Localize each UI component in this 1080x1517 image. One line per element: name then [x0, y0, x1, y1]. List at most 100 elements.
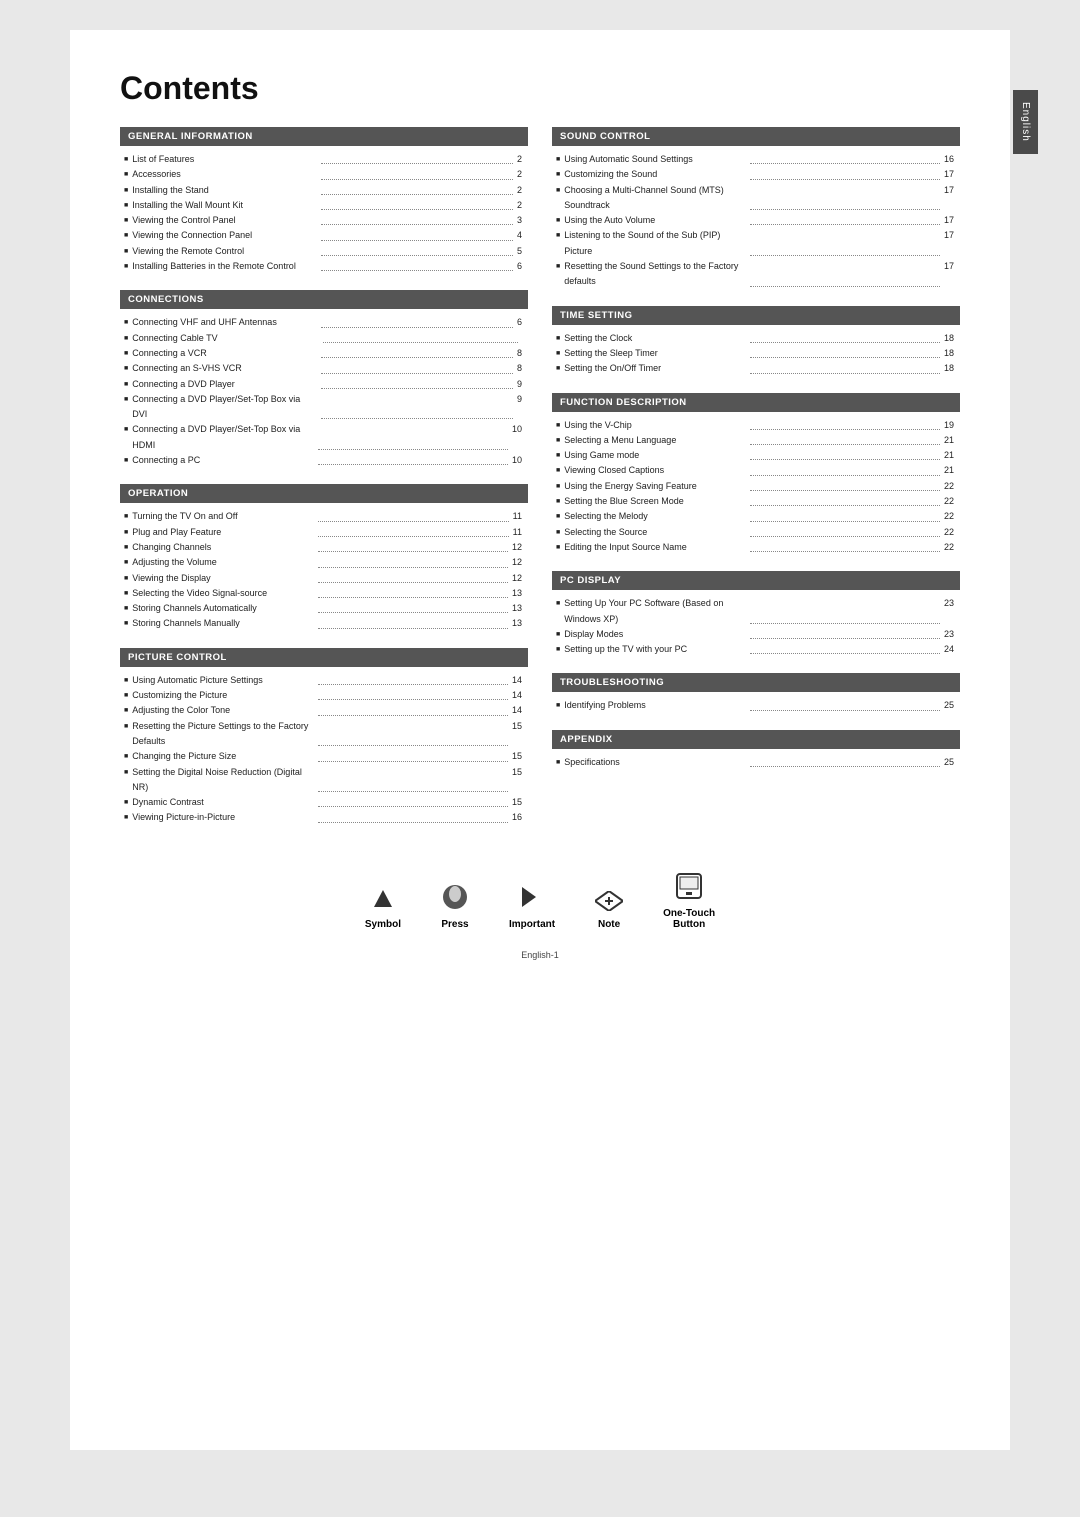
toc-item: Setting up the TV with your PC24: [552, 642, 960, 657]
toc-page-number: 2: [517, 167, 522, 182]
toc-dots: [750, 525, 940, 537]
section-general-information: GENERAL INFORMATIONList of Features2Acce…: [120, 127, 528, 274]
toc-dots: [750, 167, 940, 179]
toc-item-label: Connecting a PC: [124, 453, 314, 468]
toc-page-number: 5: [517, 244, 522, 259]
toc-dots: [750, 418, 940, 430]
legend-label-press: Press: [441, 919, 468, 930]
toc-page-number: 15: [512, 719, 522, 750]
toc-page-number: 6: [517, 315, 522, 330]
toc-item: Editing the Input Source Name 22: [552, 540, 960, 555]
toc-item: Adjusting the Color Tone14: [120, 703, 528, 718]
toc-item-label: Editing the Input Source Name: [556, 540, 746, 555]
toc-item-label: Setting the Clock: [556, 331, 746, 346]
toc-item: Selecting the Melody22: [552, 509, 960, 524]
toc-item-label: Resetting the Sound Settings to the Fact…: [556, 259, 746, 290]
toc-item: Customizing the Picture14: [120, 688, 528, 703]
toc-item-label: Setting the Blue Screen Mode: [556, 494, 746, 509]
toc-item-label: Selecting the Source: [556, 525, 746, 540]
toc-page-number: 14: [512, 688, 522, 703]
toc-item-label: Connecting a VCR: [124, 346, 317, 361]
toc-dots: [750, 259, 940, 287]
toc-item-label: Viewing Picture-in-Picture: [124, 810, 314, 825]
toc-dots: [750, 213, 940, 225]
one-touch-icon: [675, 872, 703, 904]
toc-item: Resetting the Picture Settings to the Fa…: [120, 719, 528, 750]
toc-dots: [750, 509, 940, 521]
toc-item-label: Connecting an S-VHS VCR: [124, 361, 317, 376]
toc-item: Specifications25: [552, 755, 960, 770]
toc-dots: [318, 616, 508, 628]
section-function-description: FUNCTION DESCRIPTIONUsing the V-Chip19Se…: [552, 393, 960, 556]
toc-dots: [318, 555, 508, 567]
toc-dots: [750, 448, 940, 460]
toc-item-label: Viewing the Display: [124, 571, 314, 586]
toc-page-number: 21: [944, 433, 954, 448]
toc-page-number: 17: [944, 259, 954, 290]
toc-dots: [318, 586, 508, 598]
legend-item-symbol: Symbol: [365, 887, 401, 930]
section-operation: OPERATIONTurning the TV On and Off11Plug…: [120, 484, 528, 631]
toc-item: Setting the Clock18: [552, 331, 960, 346]
toc-dots: [750, 152, 940, 164]
toc-item-label: List of Features: [124, 152, 317, 167]
toc-dots: [321, 152, 514, 164]
toc-page-number: 2: [517, 152, 522, 167]
toc-item: Using Game mode21: [552, 448, 960, 463]
toc-item: Selecting the Source22: [552, 525, 960, 540]
toc-dots: [321, 213, 514, 225]
toc-dots: [321, 198, 514, 210]
toc-page-number: 22: [944, 540, 954, 555]
section-header-picture-control: PICTURE CONTROL: [120, 648, 528, 667]
toc-page-number: 23: [944, 596, 954, 627]
toc-item: Storing Channels Manually13: [120, 616, 528, 631]
contents-layout: GENERAL INFORMATIONList of Features2Acce…: [120, 127, 960, 842]
toc-item: Connecting a DVD Player9: [120, 377, 528, 392]
section-header-time-setting: TIME SETTING: [552, 306, 960, 325]
toc-item-label: Selecting the Video Signal-source: [124, 586, 314, 601]
toc-dots: [321, 183, 514, 195]
toc-item: Connecting a DVD Player/Set-Top Box via …: [120, 422, 528, 453]
toc-page-number: 14: [512, 673, 522, 688]
toc-item-label: Selecting the Melody: [556, 509, 746, 524]
toc-dots: [318, 601, 508, 613]
section-header-function-description: FUNCTION DESCRIPTION: [552, 393, 960, 412]
legend-item-press: Press: [441, 883, 469, 930]
toc-dots: [321, 377, 514, 389]
toc-page-number: 18: [944, 346, 954, 361]
toc-page-number: 18: [944, 361, 954, 376]
toc-dots: [750, 698, 940, 710]
toc-item-label: Choosing a Multi-Channel Sound (MTS) Sou…: [556, 183, 746, 214]
toc-item-label: Installing Batteries in the Remote Contr…: [124, 259, 317, 274]
toc-item-label: Viewing Closed Captions: [556, 463, 746, 478]
toc-dots: [750, 331, 940, 343]
toc-item-label: Connecting Cable TV: [124, 331, 319, 346]
toc-page-number: 11: [513, 525, 522, 540]
toc-item-label: Customizing the Sound: [556, 167, 746, 182]
right-column: SOUND CONTROLUsing Automatic Sound Setti…: [552, 127, 960, 842]
toc-dots: [750, 596, 940, 624]
toc-item-label: Listening to the Sound of the Sub (PIP) …: [556, 228, 746, 259]
toc-item-label: Accessories: [124, 167, 317, 182]
toc-page-number: 3: [517, 213, 522, 228]
toc-item-label: Using the V-Chip: [556, 418, 746, 433]
toc-item: Selecting the Video Signal-source13: [120, 586, 528, 601]
toc-item-label: Connecting a DVD Player/Set-Top Box via …: [124, 422, 314, 453]
toc-item-label: Plug and Play Feature: [124, 525, 314, 540]
section-header-sound-control: SOUND CONTROL: [552, 127, 960, 146]
toc-item: Plug and Play Feature 11: [120, 525, 528, 540]
legend-label-important: Important: [509, 919, 555, 930]
toc-item: Turning the TV On and Off11: [120, 509, 528, 524]
important-icon: [518, 883, 546, 915]
toc-dots: [750, 228, 940, 256]
toc-item-label: Setting the On/Off Timer: [556, 361, 746, 376]
toc-item-label: Dynamic Contrast: [124, 795, 314, 810]
toc-dots: [318, 703, 508, 715]
toc-item: Connecting an S-VHS VCR8: [120, 361, 528, 376]
toc-dots: [750, 642, 940, 654]
toc-item: Setting the On/Off Timer 18: [552, 361, 960, 376]
toc-dots: [750, 183, 940, 211]
toc-dots: [318, 673, 508, 685]
toc-item-label: Setting the Sleep Timer: [556, 346, 746, 361]
toc-item-label: Viewing the Connection Panel: [124, 228, 317, 243]
